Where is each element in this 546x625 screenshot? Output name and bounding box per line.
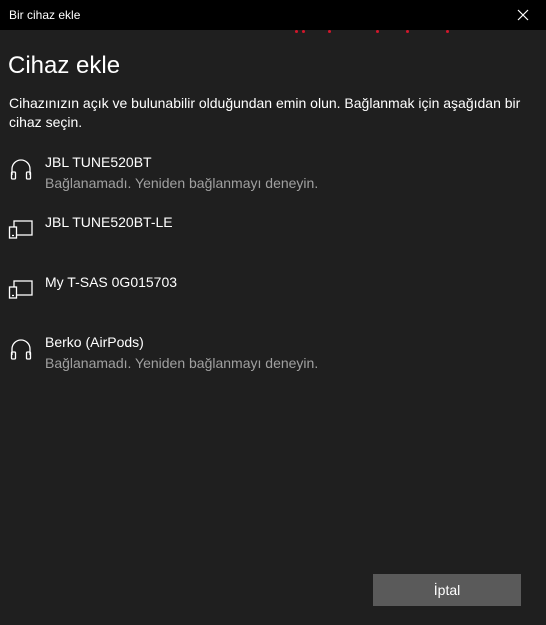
device-name: My T-SAS 0G015703 — [45, 274, 178, 290]
device-name: JBL TUNE520BT-LE — [45, 214, 173, 230]
close-button[interactable] — [500, 0, 546, 30]
device-list: JBL TUNE520BT Bağlanamadı. Yeniden bağla… — [0, 148, 546, 388]
device-status: Bağlanamadı. Yeniden bağlanmayı deneyin. — [45, 355, 319, 371]
device-item-jbl-tune520bt[interactable]: JBL TUNE520BT Bağlanamadı. Yeniden bağla… — [0, 148, 546, 208]
device-name: Berko (AirPods) — [45, 334, 144, 350]
device-item-jbl-tune520bt-le[interactable]: JBL TUNE520BT-LE — [0, 208, 546, 268]
headphones-icon — [8, 336, 34, 362]
cancel-button[interactable]: İptal — [373, 574, 521, 606]
device-status: Bağlanamadı. Yeniden bağlanmayı deneyin. — [45, 175, 319, 191]
window-title: Bir cihaz ekle — [9, 8, 81, 22]
headphones-icon — [8, 156, 34, 182]
device-name: JBL TUNE520BT — [45, 154, 152, 170]
close-icon — [517, 9, 529, 21]
devices-icon — [8, 276, 34, 302]
device-item-berko-airpods[interactable]: Berko (AirPods) Bağlanamadı. Yeniden bağ… — [0, 328, 546, 388]
searching-progress-indicator — [290, 30, 460, 34]
page-title: Cihaz ekle — [8, 52, 121, 79]
device-item-my-t-sas[interactable]: My T-SAS 0G015703 — [0, 268, 546, 328]
title-bar: Bir cihaz ekle — [0, 0, 546, 30]
devices-icon — [8, 216, 34, 242]
instructions-text: Cihazınızın açık ve bulunabilir olduğund… — [9, 95, 521, 130]
